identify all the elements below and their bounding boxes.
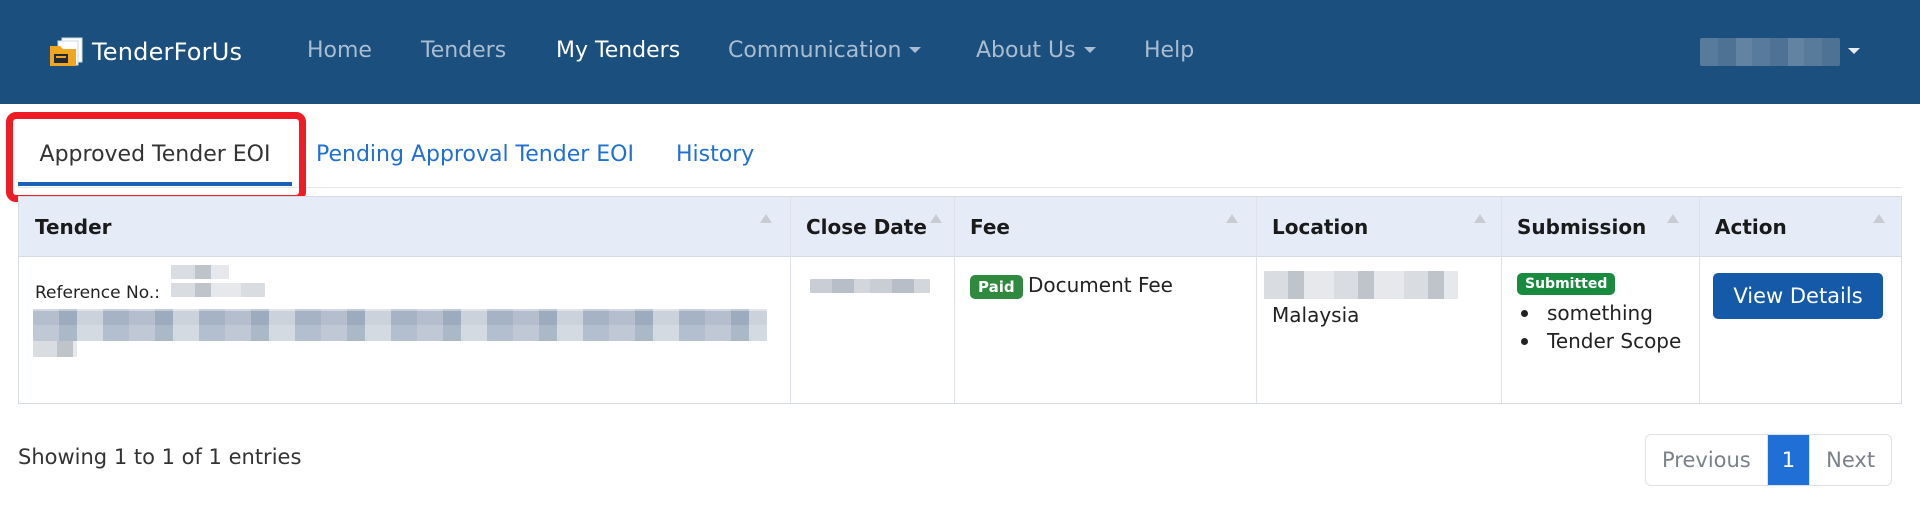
nav-my-tenders[interactable]: My Tenders <box>556 36 680 66</box>
column-header-label: Fee <box>970 215 1010 239</box>
page-1-button[interactable]: 1 <box>1767 435 1811 485</box>
nav-communication-dropdown[interactable]: Communication <box>728 36 922 66</box>
sort-arrow-icon <box>1474 214 1486 223</box>
next-page-button[interactable]: Next <box>1810 435 1891 485</box>
tenders-table: Tender Close Date Fee Location Submissio… <box>18 196 1902 404</box>
tab-history[interactable]: History <box>676 130 754 186</box>
sort-arrow-icon <box>930 214 942 223</box>
sort-arrow-icon <box>1873 214 1885 223</box>
column-header-submission[interactable]: Submission <box>1501 197 1699 257</box>
nav-home[interactable]: Home <box>307 36 372 66</box>
tab-pending-approval-tender-eoi[interactable]: Pending Approval Tender EOI <box>316 130 634 186</box>
brand-name: TenderForUs <box>92 38 243 66</box>
column-header-label: Location <box>1272 215 1369 239</box>
caret-down-icon <box>1083 46 1096 53</box>
nav-communication-label: Communication <box>728 38 902 63</box>
nav-tenders[interactable]: Tenders <box>421 36 506 66</box>
column-header-close-date[interactable]: Close Date <box>790 197 954 257</box>
highlight-annotation-box <box>6 112 306 202</box>
sort-arrow-icon <box>760 214 772 223</box>
redacted-location <box>1264 271 1458 299</box>
paid-badge: Paid <box>970 275 1023 299</box>
redacted-text <box>171 265 229 279</box>
table-row: Reference No.: <box>19 257 790 403</box>
brand-link[interactable]: TenderForUs <box>48 34 242 70</box>
pagination: Previous 1 Next <box>1645 434 1893 486</box>
sort-arrow-icon <box>1667 214 1679 223</box>
column-header-label: Action <box>1715 215 1787 239</box>
fee-cell: Paid Document Fee <box>954 257 1256 403</box>
location-country: Malaysia <box>1272 303 1360 327</box>
reference-label: Reference No.: <box>35 283 160 303</box>
view-details-button[interactable]: View Details <box>1713 273 1883 319</box>
table-header: Tender Close Date Fee Location Submissio… <box>19 197 1901 257</box>
caret-down-icon <box>1848 47 1860 54</box>
location-cell: Malaysia <box>1256 257 1501 403</box>
column-header-fee[interactable]: Fee <box>954 197 1256 257</box>
nav-about-us-label: About Us <box>976 38 1076 63</box>
submission-list: something Tender Scope <box>1519 299 1681 355</box>
column-header-label: Tender <box>35 215 112 239</box>
folder-stack-icon <box>48 36 86 68</box>
submitted-badge: Submitted <box>1517 273 1616 295</box>
previous-page-button[interactable]: Previous <box>1646 435 1768 485</box>
redacted-reference-number <box>171 283 265 297</box>
column-header-label: Submission <box>1517 215 1647 239</box>
user-menu-dropdown[interactable] <box>1700 38 1860 66</box>
list-item: something <box>1519 299 1681 327</box>
column-header-action[interactable]: Action <box>1699 197 1903 257</box>
redacted-username <box>1700 38 1840 66</box>
column-header-tender[interactable]: Tender <box>19 197 790 257</box>
sort-arrow-icon <box>1226 214 1238 223</box>
nav-help[interactable]: Help <box>1144 36 1194 66</box>
list-item: Tender Scope <box>1519 327 1681 355</box>
table-info: Showing 1 to 1 of 1 entries <box>18 445 302 469</box>
redacted-close-date <box>810 279 930 293</box>
caret-down-icon <box>909 46 922 53</box>
submission-cell: Submitted something Tender Scope <box>1501 257 1699 403</box>
column-header-label: Close Date <box>806 215 927 239</box>
column-header-location[interactable]: Location <box>1256 197 1501 257</box>
top-navbar: TenderForUs Home Tenders My Tenders Comm… <box>0 0 1920 104</box>
redacted-tender-title <box>33 341 77 357</box>
redacted-tender-title <box>33 311 767 341</box>
fee-description: Document Fee <box>1028 273 1173 297</box>
nav-about-us-dropdown[interactable]: About Us <box>976 36 1096 66</box>
close-date-cell <box>790 257 954 403</box>
action-cell: View Details <box>1699 257 1903 403</box>
